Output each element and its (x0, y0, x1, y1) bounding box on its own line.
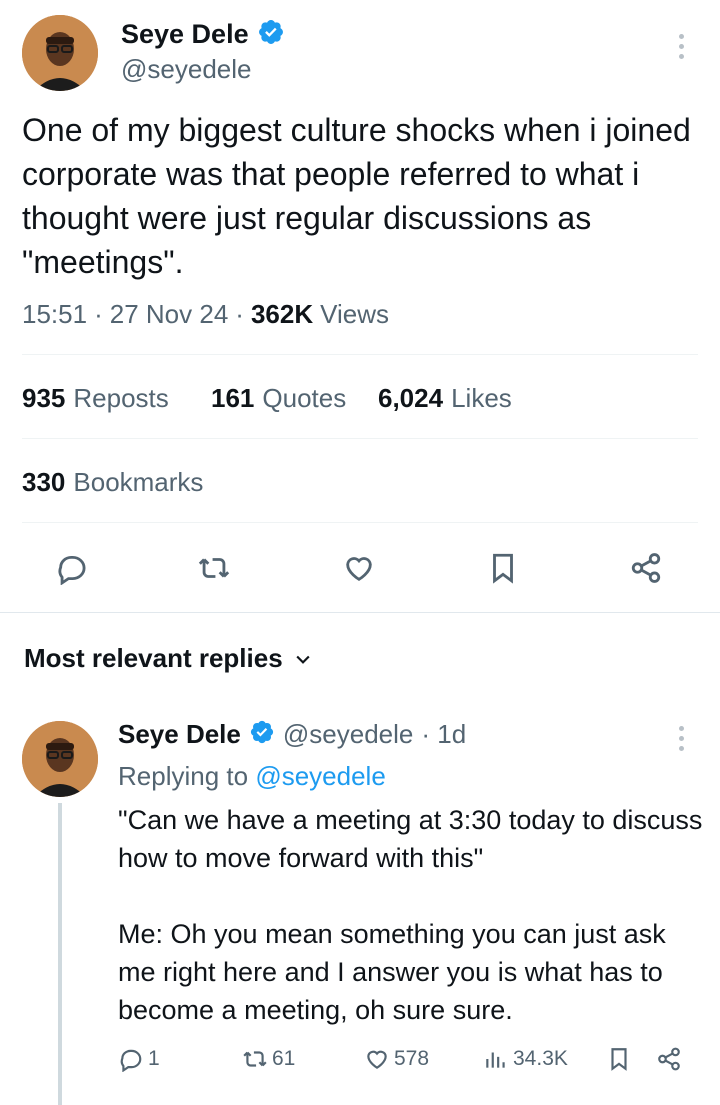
analytics-icon (486, 1052, 505, 1068)
reply-repost-button[interactable]: 61 (242, 1046, 295, 1072)
tweet-date[interactable]: 27 Nov 24 (110, 299, 229, 330)
reply-text: "Can we have a meeting at 3:30 today to … (118, 805, 703, 1025)
reply-more-options-icon[interactable] (676, 726, 686, 751)
reply-reply-button[interactable]: 1 (118, 1046, 160, 1072)
author-name-row: Seye Dele (121, 18, 285, 51)
reply-icon (58, 555, 86, 586)
bookmarks-count: 330 (22, 467, 66, 497)
quotes-label: Quotes (262, 383, 347, 413)
bookmark-button[interactable] (486, 551, 520, 590)
reply-share-button[interactable] (656, 1046, 682, 1072)
verified-badge-icon (249, 719, 275, 750)
bookmarks-label: Bookmarks (73, 467, 204, 497)
reply-likes-count: 578 (394, 1047, 430, 1070)
tweet-text: One of my biggest culture shocks when i … (22, 112, 691, 280)
repost-icon (243, 1051, 267, 1067)
meta-separator: · (94, 299, 103, 329)
meta-separator: · (235, 299, 244, 329)
author-name[interactable]: Seye Dele (121, 19, 249, 50)
share-button[interactable] (629, 551, 663, 590)
replying-to-handle[interactable]: @seyedele (255, 761, 385, 791)
reposts-count: 935 (22, 383, 66, 413)
divider (22, 438, 698, 439)
replies-sort-dropdown[interactable]: Most relevant replies (24, 643, 313, 674)
reply-header: Seye Dele @seyedele · 1d (118, 719, 466, 750)
replies-sort-label: Most relevant replies (24, 643, 283, 673)
repost-button[interactable] (197, 551, 231, 590)
reply-like-button[interactable]: 578 (364, 1046, 429, 1072)
tweet-time[interactable]: 15:51 (22, 299, 87, 330)
quotes-stat[interactable]: 161 Quotes (211, 383, 346, 414)
reply-views-count: 34.3K (513, 1047, 568, 1070)
reply-author-handle[interactable]: @seyedele (283, 719, 413, 750)
share-icon (631, 553, 661, 583)
verified-badge-icon (257, 18, 285, 51)
reply-replies-count: 1 (148, 1047, 160, 1070)
chevron-down-icon (296, 655, 310, 664)
likes-stat[interactable]: 6,024 Likes (378, 383, 512, 414)
bookmarks-stat[interactable]: 330 Bookmarks (22, 467, 203, 498)
like-icon (346, 557, 372, 581)
thread-line (58, 803, 62, 1105)
replying-to: Replying to @seyedele (118, 761, 386, 792)
reply-icon (120, 1049, 142, 1072)
like-icon (367, 1050, 387, 1069)
reply-author-avatar[interactable] (22, 721, 98, 797)
section-divider (0, 612, 720, 613)
like-button[interactable] (342, 551, 376, 590)
repost-icon (198, 558, 230, 578)
bookmark-icon (611, 1048, 627, 1071)
reply-button[interactable] (55, 551, 89, 590)
views-label: Views (320, 299, 389, 329)
divider (22, 522, 698, 523)
reposts-stat[interactable]: 935 Reposts (22, 383, 169, 414)
reply-reposts-count: 61 (272, 1047, 296, 1070)
reposts-label: Reposts (73, 383, 169, 413)
author-avatar[interactable] (22, 15, 98, 91)
reply-views-button[interactable]: 34.3K (483, 1046, 568, 1072)
tweet-meta: 15:51 · 27 Nov 24 · 362K Views (22, 299, 389, 330)
bookmark-icon (493, 553, 513, 584)
replying-to-label: Replying to (118, 761, 249, 791)
share-icon (658, 1047, 680, 1071)
quotes-count: 161 (211, 383, 255, 413)
likes-label: Likes (451, 383, 512, 413)
divider (22, 354, 698, 355)
more-options-icon[interactable] (676, 34, 686, 59)
author-handle[interactable]: @seyedele (121, 54, 251, 85)
likes-count: 6,024 (378, 383, 444, 413)
reply-author-name[interactable]: Seye Dele (118, 719, 241, 750)
reply-bookmark-button[interactable] (606, 1046, 632, 1072)
views-count: 362K (250, 299, 314, 329)
reply-age[interactable]: · 1d (421, 719, 466, 750)
